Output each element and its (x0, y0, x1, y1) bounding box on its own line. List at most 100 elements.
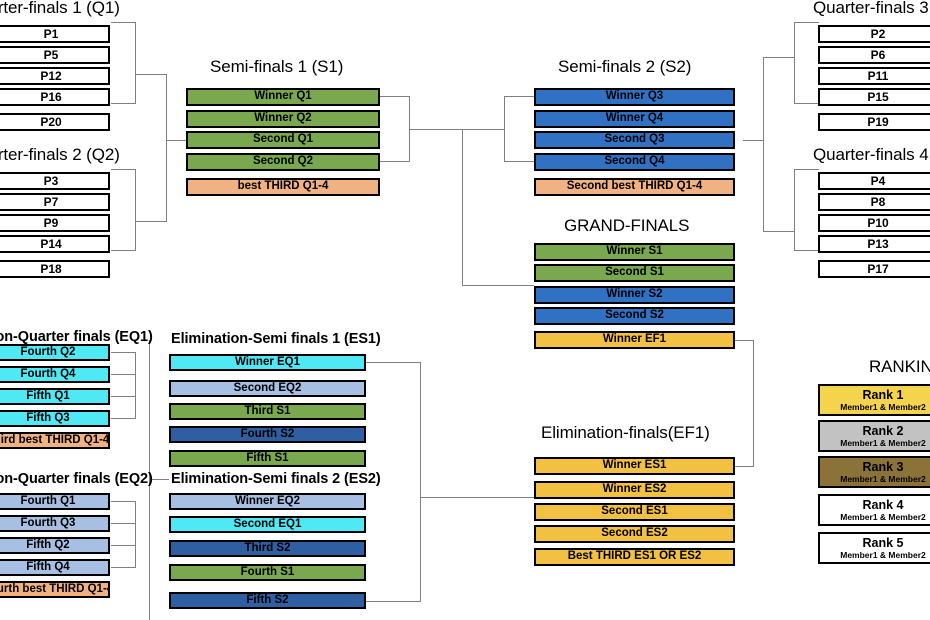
slot-q4-1[interactable]: P8 (818, 193, 930, 211)
rank-members: Member1 & Member2 (840, 511, 926, 522)
slot-q3-0[interactable]: P2 (818, 25, 930, 43)
connector (462, 129, 463, 286)
slot-s2-4[interactable]: Second best THIRD Q1-4 (534, 178, 735, 196)
slot-s1-2[interactable]: Second Q1 (186, 131, 380, 149)
tournament-bracket-diagram: Quarter-finals 1 (Q1) P1 P5 P12 P16 P20 … (0, 0, 930, 620)
slot-eq1-2[interactable]: Fifth Q1 (0, 388, 110, 405)
slot-eq2-1[interactable]: Fourth Q3 (0, 515, 110, 532)
slot-q1-4[interactable]: P20 (0, 113, 110, 131)
slot-eq1-4[interactable]: Third best THIRD Q1-4 (0, 432, 110, 449)
connector (166, 74, 167, 222)
slot-q4-3[interactable]: P13 (818, 235, 930, 253)
slot-q2-4[interactable]: P18 (0, 260, 110, 278)
slot-s2-2[interactable]: Second Q3 (534, 131, 735, 149)
ranking-row-3[interactable]: Rank 3 Member1 & Member2 (818, 456, 930, 488)
slot-ef1-4[interactable]: Best THIRD ES1 OR ES2 (534, 548, 735, 566)
ranking-row-2[interactable]: Rank 2 Member1 & Member2 (818, 420, 930, 452)
slot-q1-1[interactable]: P5 (0, 46, 110, 64)
slot-ef1-1[interactable]: Winner ES2 (534, 481, 735, 499)
connector (763, 231, 795, 232)
slot-es2-2[interactable]: Third S2 (169, 540, 366, 557)
connector (111, 501, 136, 502)
slot-s1-0[interactable]: Winner Q1 (186, 88, 380, 106)
connector (735, 466, 754, 467)
slot-s2-3[interactable]: Second Q4 (534, 153, 735, 171)
slot-q2-0[interactable]: P3 (0, 172, 110, 190)
slot-s1-1[interactable]: Winner Q2 (186, 110, 380, 128)
slot-gf-1[interactable]: Second S1 (534, 264, 735, 282)
slot-eq2-3[interactable]: Fifth Q4 (0, 559, 110, 576)
group-title-eq2: Elimination-Quarter finals (EQ2) (0, 471, 153, 487)
slot-gf-3[interactable]: Second S2 (534, 307, 735, 325)
slot-ef1-3[interactable]: Second ES2 (534, 525, 735, 543)
slot-ef1-2[interactable]: Second ES1 (534, 503, 735, 521)
connector (420, 362, 421, 602)
slot-q1-3[interactable]: P16 (0, 88, 110, 106)
slot-q4-0[interactable]: P4 (818, 172, 930, 190)
slot-gf-0[interactable]: Winner S1 (534, 243, 735, 261)
slot-q3-3[interactable]: P15 (818, 88, 930, 106)
slot-q1-2[interactable]: P12 (0, 67, 110, 85)
slot-eq1-0[interactable]: Fourth Q2 (0, 344, 110, 361)
connector (366, 601, 421, 602)
connector (763, 57, 764, 232)
slot-es2-1[interactable]: Second EQ1 (169, 516, 366, 533)
slot-q2-1[interactable]: P7 (0, 193, 110, 211)
group-title-s1: Semi-finals 1 (S1) (210, 57, 344, 76)
connector (462, 285, 534, 286)
slot-gf-4[interactable]: Winner EF1 (534, 331, 735, 349)
ranking-row-5[interactable]: Rank 5 Member1 & Member2 (818, 532, 930, 564)
slot-q4-2[interactable]: P10 (818, 214, 930, 232)
slot-q3-2[interactable]: P11 (818, 67, 930, 85)
slot-es2-3[interactable]: Fourth S1 (169, 564, 366, 581)
slot-s1-3[interactable]: Second Q2 (186, 153, 380, 171)
connector (111, 352, 136, 353)
slot-eq1-1[interactable]: Fourth Q4 (0, 366, 110, 383)
slot-ef1-0[interactable]: Winner ES1 (534, 457, 735, 475)
slot-gf-2[interactable]: Winner S2 (534, 286, 735, 304)
group-title-eq1: Elimination-Quarter finals (EQ1) (0, 329, 153, 345)
rank-label: Rank 3 (862, 460, 904, 474)
slot-es1-4[interactable]: Fifth S1 (169, 450, 366, 467)
slot-s1-4[interactable]: best THIRD Q1-4 (186, 178, 380, 196)
group-title-q2: Quarter-finals 2 (Q2) (0, 145, 120, 164)
connector (504, 96, 534, 97)
connector (135, 501, 136, 568)
slot-es1-1[interactable]: Second EQ2 (169, 380, 366, 397)
connector (135, 169, 136, 251)
connector (380, 96, 410, 97)
connector (111, 396, 136, 397)
slot-q1-0[interactable]: P1 (0, 25, 110, 43)
slot-eq1-3[interactable]: Fifth Q3 (0, 410, 110, 427)
connector (111, 103, 136, 104)
slot-eq2-0[interactable]: Fourth Q1 (0, 493, 110, 510)
connector (794, 22, 795, 104)
slot-eq2-4[interactable]: Fourth best THIRD Q1-4 (0, 581, 110, 598)
connector (743, 140, 764, 141)
slot-q3-4[interactable]: P19 (818, 113, 930, 131)
slot-es1-3[interactable]: Fourth S2 (169, 426, 366, 443)
connector (135, 22, 136, 104)
rank-members: Member1 & Member2 (840, 473, 926, 484)
ranking-row-4[interactable]: Rank 4 Member1 & Member2 (818, 494, 930, 526)
slot-q4-4[interactable]: P17 (818, 260, 930, 278)
slot-es1-0[interactable]: Winner EQ1 (169, 354, 366, 371)
group-title-q4: Quarter-finals 4 (Q4) (813, 145, 930, 164)
slot-q2-3[interactable]: P14 (0, 235, 110, 253)
group-title-ranking: RANKING (869, 357, 930, 376)
slot-q3-1[interactable]: P6 (818, 46, 930, 64)
slot-s2-1[interactable]: Winner Q4 (534, 110, 735, 128)
connector (794, 250, 819, 251)
slot-q2-2[interactable]: P9 (0, 214, 110, 232)
group-title-es2: Elimination-Semi finals 2 (ES2) (171, 471, 381, 487)
slot-eq2-2[interactable]: Fifth Q2 (0, 537, 110, 554)
connector (794, 169, 819, 170)
connector (794, 169, 795, 251)
slot-es2-0[interactable]: Winner EQ2 (169, 493, 366, 510)
slot-es2-4[interactable]: Fifth S2 (169, 592, 366, 609)
slot-es1-2[interactable]: Third S1 (169, 403, 366, 420)
ranking-row-1[interactable]: Rank 1 Member1 & Member2 (818, 384, 930, 416)
rank-members: Member1 & Member2 (840, 401, 926, 412)
group-title-ef1: Elimination-finals(EF1) (541, 423, 710, 442)
slot-s2-0[interactable]: Winner Q3 (534, 88, 735, 106)
